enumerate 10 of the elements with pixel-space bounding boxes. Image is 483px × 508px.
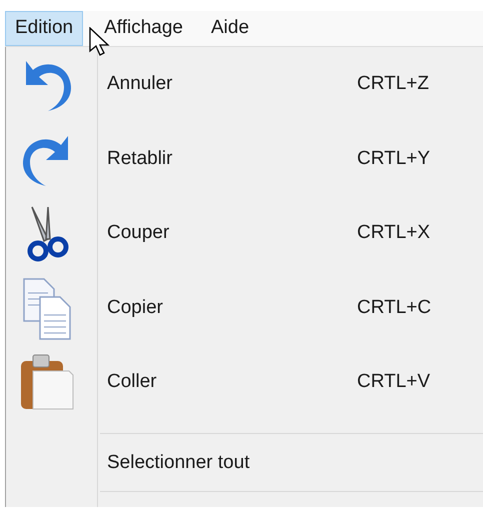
menu-item[interactable]: Couper CRTL+X <box>98 196 483 271</box>
menu-item[interactable]: Annuler CRTL+Z <box>98 47 483 122</box>
menu-item[interactable]: Selectionner tout <box>98 448 483 478</box>
documents-icon <box>22 276 72 341</box>
menu-item[interactable]: Retablir CRTL+Y <box>98 122 483 196</box>
menu-bar-item[interactable]: Aide <box>204 11 256 46</box>
menu-bar-item[interactable]: Affichage <box>97 11 190 46</box>
menu-item[interactable]: Coller CRTL+V <box>98 345 483 420</box>
menu-item[interactable]: Copier CRTL+C <box>98 270 483 346</box>
menu-bar-item[interactable]: Edition <box>5 11 84 46</box>
